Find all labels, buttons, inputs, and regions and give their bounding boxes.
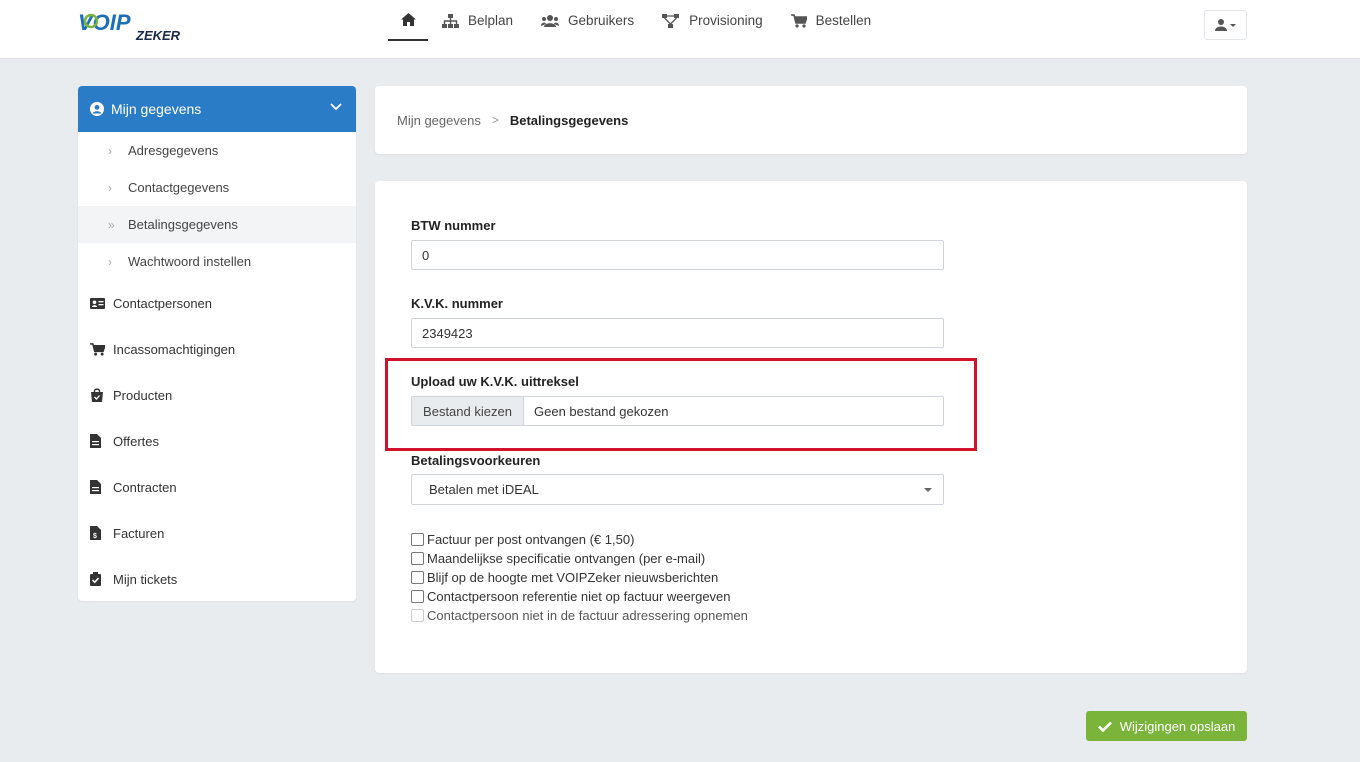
file-status: Geen bestand gekozen: [534, 403, 669, 419]
checkbox-box[interactable]: [411, 590, 424, 603]
payment-pref-label: Betalingsvoorkeuren: [411, 453, 541, 468]
payment-form-card: BTW nummer 0 K.V.K. nummer 2349423 Uploa…: [375, 181, 1247, 673]
btw-label: BTW nummer: [411, 218, 496, 233]
sidebar-item-contracten[interactable]: Contracten: [78, 464, 356, 510]
sidebar-subitem-betalingsgegevens[interactable]: » Betalingsgegevens: [78, 206, 356, 243]
choose-file-button[interactable]: Bestand kiezen: [412, 397, 524, 425]
network-icon: [662, 13, 680, 28]
top-navbar: VOIP ZEKER Belplan Gebruikers Provisioni…: [0, 0, 1360, 59]
checkbox-label: Maandelijkse specificatie ontvangen (per…: [427, 551, 706, 566]
checkbox-label: Factuur per post ontvangen (€ 1,50): [427, 532, 635, 547]
sidebar-subitem-contactgegevens[interactable]: › Contactgegevens: [78, 169, 356, 206]
shopping-bag-icon: [91, 388, 103, 402]
upload-label: Upload uw K.V.K. uittreksel: [411, 374, 579, 389]
cart-icon: [90, 342, 105, 356]
sidebar-item-offertes[interactable]: Offertes: [78, 418, 356, 464]
sidebar-item-label: Contactpersonen: [113, 295, 213, 311]
payment-pref-select[interactable]: Betalen met iDEAL: [411, 474, 944, 505]
users-icon: [541, 14, 560, 27]
nav-label: Gebruikers: [568, 13, 635, 28]
save-changes-button[interactable]: Wijzigingen opslaan: [1086, 711, 1247, 741]
checkbox-maandelijkse-specificatie[interactable]: Maandelijkse specificatie ontvangen (per…: [411, 549, 748, 568]
caret-down-icon: [924, 488, 932, 492]
sidebar-subitem-label: Betalingsgegevens: [128, 217, 238, 232]
sidebar-subitem-adresgegevens[interactable]: › Adresgegevens: [78, 132, 356, 169]
sidebar-item-label: Offertes: [113, 433, 160, 449]
checkbox-label: Contactpersoon referentie niet op factuu…: [427, 589, 731, 604]
payment-pref-value: Betalen met iDEAL: [429, 482, 539, 497]
file-icon: [90, 480, 101, 494]
id-card-icon: [90, 297, 105, 309]
sidebar-subitem-label: Wachtwoord instellen: [128, 254, 252, 269]
breadcrumb-current: Betalingsgegevens: [509, 112, 629, 128]
sidebar-header-mijn-gegevens[interactable]: Mijn gegevens: [78, 86, 356, 132]
check-icon: [1097, 721, 1112, 732]
nav-label: Provisioning: [689, 13, 763, 28]
nav-home[interactable]: [388, 0, 428, 41]
user-icon: [1214, 19, 1236, 31]
chevron-down-icon: [330, 103, 342, 111]
checkbox-box: [411, 609, 424, 622]
nav-belplan[interactable]: Belplan: [428, 0, 527, 41]
kvk-input[interactable]: 2349423: [411, 318, 944, 348]
user-menu-button[interactable]: [1204, 10, 1247, 40]
kvk-file-input[interactable]: Bestand kiezen Geen bestand gekozen: [411, 396, 944, 426]
sidebar-item-label: Mijn tickets: [113, 571, 178, 587]
btw-input[interactable]: 0: [411, 240, 944, 270]
double-chevron-right-icon: »: [108, 217, 115, 232]
chevron-right-icon: >: [491, 113, 499, 127]
checkbox-nieuwsberichten[interactable]: Blijf op de hoogte met VOIPZeker nieuwsb…: [411, 568, 748, 587]
breadcrumb-parent-link[interactable]: Mijn gegevens: [397, 113, 481, 128]
sidebar-subitem-label: Adresgegevens: [128, 143, 219, 158]
nav-gebruikers[interactable]: Gebruikers: [527, 0, 648, 41]
sidebar-subitem-wachtwoord[interactable]: › Wachtwoord instellen: [78, 243, 356, 280]
sidebar-item-label: Incassomachtigingen: [113, 341, 236, 357]
sidebar-item-label: Contracten: [113, 479, 177, 495]
sidebar-item-label: Producten: [113, 387, 173, 403]
voipzeker-logo[interactable]: VOIP ZEKER: [78, 11, 190, 43]
checkbox-factuur-per-post[interactable]: Factuur per post ontvangen (€ 1,50): [411, 530, 748, 549]
chevron-right-icon: ›: [108, 180, 112, 195]
home-icon: [400, 13, 416, 26]
svg-text:$: $: [93, 533, 97, 540]
clipboard-check-icon: [90, 572, 101, 586]
nav-bestellen[interactable]: Bestellen: [777, 0, 886, 41]
user-circle-icon: [90, 102, 104, 116]
options-checkbox-list: Factuur per post ontvangen (€ 1,50) Maan…: [411, 530, 748, 625]
checkbox-label: Contactpersoon niet in de factuur adress…: [427, 608, 748, 623]
checkbox-box[interactable]: [411, 571, 424, 584]
sidebar-subitem-label: Contactgegevens: [128, 180, 230, 195]
chevron-right-icon: ›: [108, 143, 112, 158]
checkbox-label: Blijf op de hoogte met VOIPZeker nieuwsb…: [427, 570, 719, 585]
main-nav: Belplan Gebruikers Provisioning Bestelle…: [388, 0, 885, 59]
svg-text:ZEKER: ZEKER: [135, 28, 181, 43]
nav-label: Belplan: [468, 13, 514, 28]
checkbox-box[interactable]: [411, 552, 424, 565]
chevron-right-icon: ›: [108, 254, 112, 269]
save-button-label: Wijzigingen opslaan: [1119, 718, 1236, 734]
sidebar-item-producten[interactable]: Producten: [78, 372, 356, 418]
sidebar: Mijn gegevens › Adresgegevens › Contactg…: [78, 86, 356, 601]
sidebar-item-incassomachtigingen[interactable]: Incassomachtigingen: [78, 326, 356, 372]
checkbox-referentie-niet-op-factuur[interactable]: Contactpersoon referentie niet op factuu…: [411, 587, 748, 606]
sitemap-icon: [442, 13, 459, 28]
nav-label: Bestellen: [815, 13, 872, 28]
sidebar-item-label: Facturen: [113, 525, 165, 541]
checkbox-niet-in-adressering: Contactpersoon niet in de factuur adress…: [411, 606, 748, 625]
nav-provisioning[interactable]: Provisioning: [648, 0, 777, 41]
kvk-label: K.V.K. nummer: [411, 296, 503, 311]
file-icon: [90, 434, 101, 448]
sidebar-item-facturen[interactable]: $ Facturen: [78, 510, 356, 556]
checkbox-box[interactable]: [411, 533, 424, 546]
invoice-icon: $: [90, 526, 101, 540]
sidebar-item-contactpersonen[interactable]: Contactpersonen: [78, 280, 356, 326]
cart-icon: [790, 13, 807, 28]
breadcrumb: Mijn gegevens > Betalingsgegevens: [375, 86, 1247, 154]
sidebar-item-mijn-tickets[interactable]: Mijn tickets: [78, 556, 356, 601]
sidebar-header-label: Mijn gegevens: [111, 101, 202, 117]
